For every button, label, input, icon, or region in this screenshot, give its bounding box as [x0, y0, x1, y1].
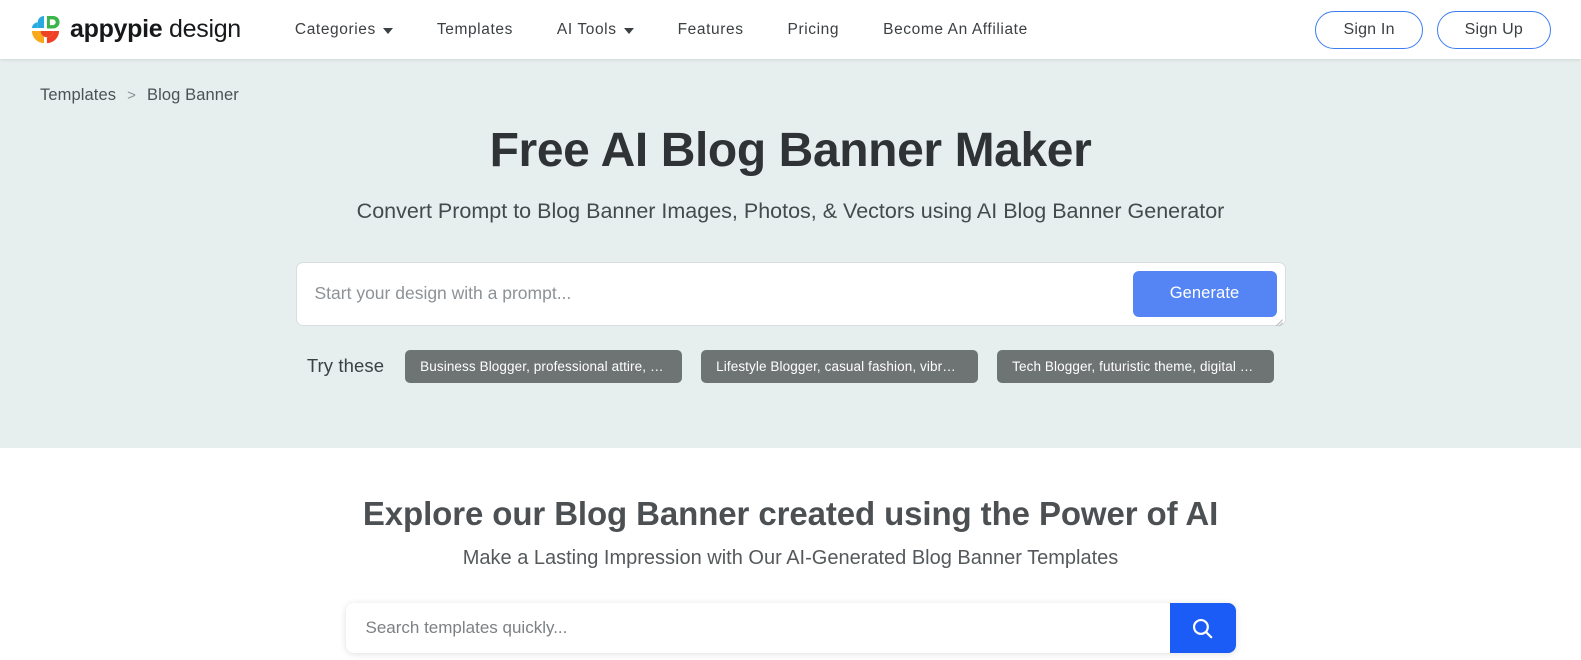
try-these-label: Try these — [306, 355, 385, 377]
brand-name-secondary: design — [169, 15, 241, 43]
nav-label-templates: Templates — [436, 21, 513, 38]
nav-item-become-an-affiliate[interactable]: Become An Affiliate — [861, 0, 1050, 59]
appypie-logo-icon — [30, 14, 61, 45]
sign-in-button[interactable]: Sign In — [1315, 10, 1423, 49]
search-button[interactable] — [1169, 603, 1236, 653]
brand-logo[interactable]: appypie design — [30, 14, 241, 45]
breadcrumb-item-templates[interactable]: Templates — [40, 86, 116, 105]
breadcrumb: Templates > Blog Banner — [0, 59, 1581, 105]
explore-title: Explore our Blog Banner created using th… — [362, 495, 1219, 532]
auth-buttons: Sign In Sign Up — [1315, 10, 1551, 49]
nav-label-features: Features — [677, 21, 744, 38]
search-input[interactable] — [345, 603, 1170, 653]
prompt-suggestion-chip[interactable]: Lifestyle Blogger, casual fashion, vibra… — [701, 349, 979, 383]
prompt-suggestion-chip[interactable]: Business Blogger, professional attire, m… — [405, 349, 683, 383]
nav-label-pricing: Pricing — [787, 21, 840, 38]
prompt-suggestion-chip[interactable]: Tech Blogger, futuristic theme, digital … — [997, 349, 1275, 383]
brand-name: appypie design — [70, 17, 241, 42]
nav-item-ai-tools[interactable]: AI Tools — [535, 0, 656, 59]
breadcrumb-item-blog-banner: Blog Banner — [146, 86, 239, 104]
breadcrumb-separator: > — [127, 87, 136, 104]
site-header: appypie design Categories Templates AI T… — [0, 0, 1581, 59]
nav-label-categories: Categories — [294, 21, 376, 38]
nav-item-pricing[interactable]: Pricing — [766, 0, 862, 59]
generate-button[interactable]: Generate — [1132, 270, 1277, 317]
search-icon — [1190, 616, 1215, 641]
explore-section: Explore our Blog Banner created using th… — [0, 448, 1581, 653]
chevron-down-icon — [382, 27, 393, 34]
chevron-down-icon — [623, 27, 634, 34]
sign-up-button[interactable]: Sign Up — [1436, 10, 1551, 49]
page-subtitle: Convert Prompt to Blog Banner Images, Ph… — [356, 198, 1225, 223]
prompt-area: Generate — [295, 261, 1286, 326]
nav-item-features[interactable]: Features — [656, 0, 766, 59]
hero-section: Templates > Blog Banner Free AI Blog Ban… — [0, 59, 1581, 448]
nav-label-become-an-affiliate: Become An Affiliate — [883, 21, 1028, 38]
resize-grip-icon[interactable] — [1272, 312, 1283, 323]
nav-item-templates[interactable]: Templates — [415, 0, 535, 59]
page-title: Free AI Blog Banner Maker — [489, 124, 1092, 177]
template-search-bar — [345, 603, 1236, 653]
main-navigation: Categories Templates AI Tools Features P… — [273, 0, 1316, 59]
prompt-box: Generate — [295, 261, 1286, 326]
prompt-input[interactable] — [296, 262, 1133, 325]
explore-subtitle: Make a Lasting Impression with Our AI-Ge… — [462, 547, 1119, 569]
nav-item-categories[interactable]: Categories — [273, 0, 415, 59]
try-these-row: Try these Business Blogger, professional… — [0, 349, 1581, 383]
brand-name-primary: appypie — [70, 15, 163, 43]
nav-label-ai-tools: AI Tools — [556, 21, 617, 38]
